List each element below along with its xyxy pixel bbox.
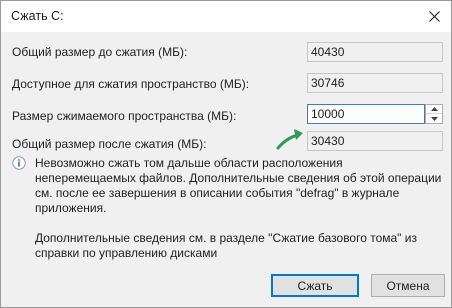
window-title: Сжать C:: [11, 9, 64, 23]
total-size-after-field: 30430: [307, 131, 443, 151]
close-icon: [428, 10, 440, 22]
available-shrink-label: Доступное для сжатия пространство (МБ):: [12, 77, 250, 91]
shrink-amount-label: Размер сжимаемого пространства (МБ):: [12, 109, 237, 123]
spin-up-button[interactable]: [426, 105, 442, 114]
total-size-after-label: Общий размер после сжатия (МБ):: [12, 137, 207, 151]
shrink-amount-input[interactable]: 10000: [307, 104, 425, 124]
total-size-before-label: Общий размер до сжатия (МБ):: [12, 45, 188, 59]
shrink-amount-spinner[interactable]: [425, 104, 443, 124]
arrow-up-icon: [430, 107, 438, 111]
shrink-dialog: Сжать C: Общий размер до сжатия (МБ): 40…: [0, 0, 452, 308]
dialog-body: Общий размер до сжатия (МБ): 40430 Досту…: [1, 32, 451, 307]
cancel-button[interactable]: Отмена: [371, 274, 445, 297]
total-size-before-field: 40430: [307, 42, 443, 62]
shrink-button[interactable]: Сжать: [271, 274, 359, 297]
info-message: Невозможно сжать том дальше области расп…: [35, 156, 442, 215]
annotation-arrow-icon: [276, 129, 303, 150]
more-info-message: Дополнительные сведения см. в разделе "С…: [35, 231, 417, 260]
title-bar: Сжать C:: [1, 1, 451, 32]
available-shrink-field: 30746: [307, 73, 443, 93]
close-button[interactable]: [417, 1, 451, 31]
arrow-down-icon: [430, 116, 438, 121]
spin-down-button[interactable]: [426, 114, 442, 123]
info-icon: [12, 156, 26, 170]
